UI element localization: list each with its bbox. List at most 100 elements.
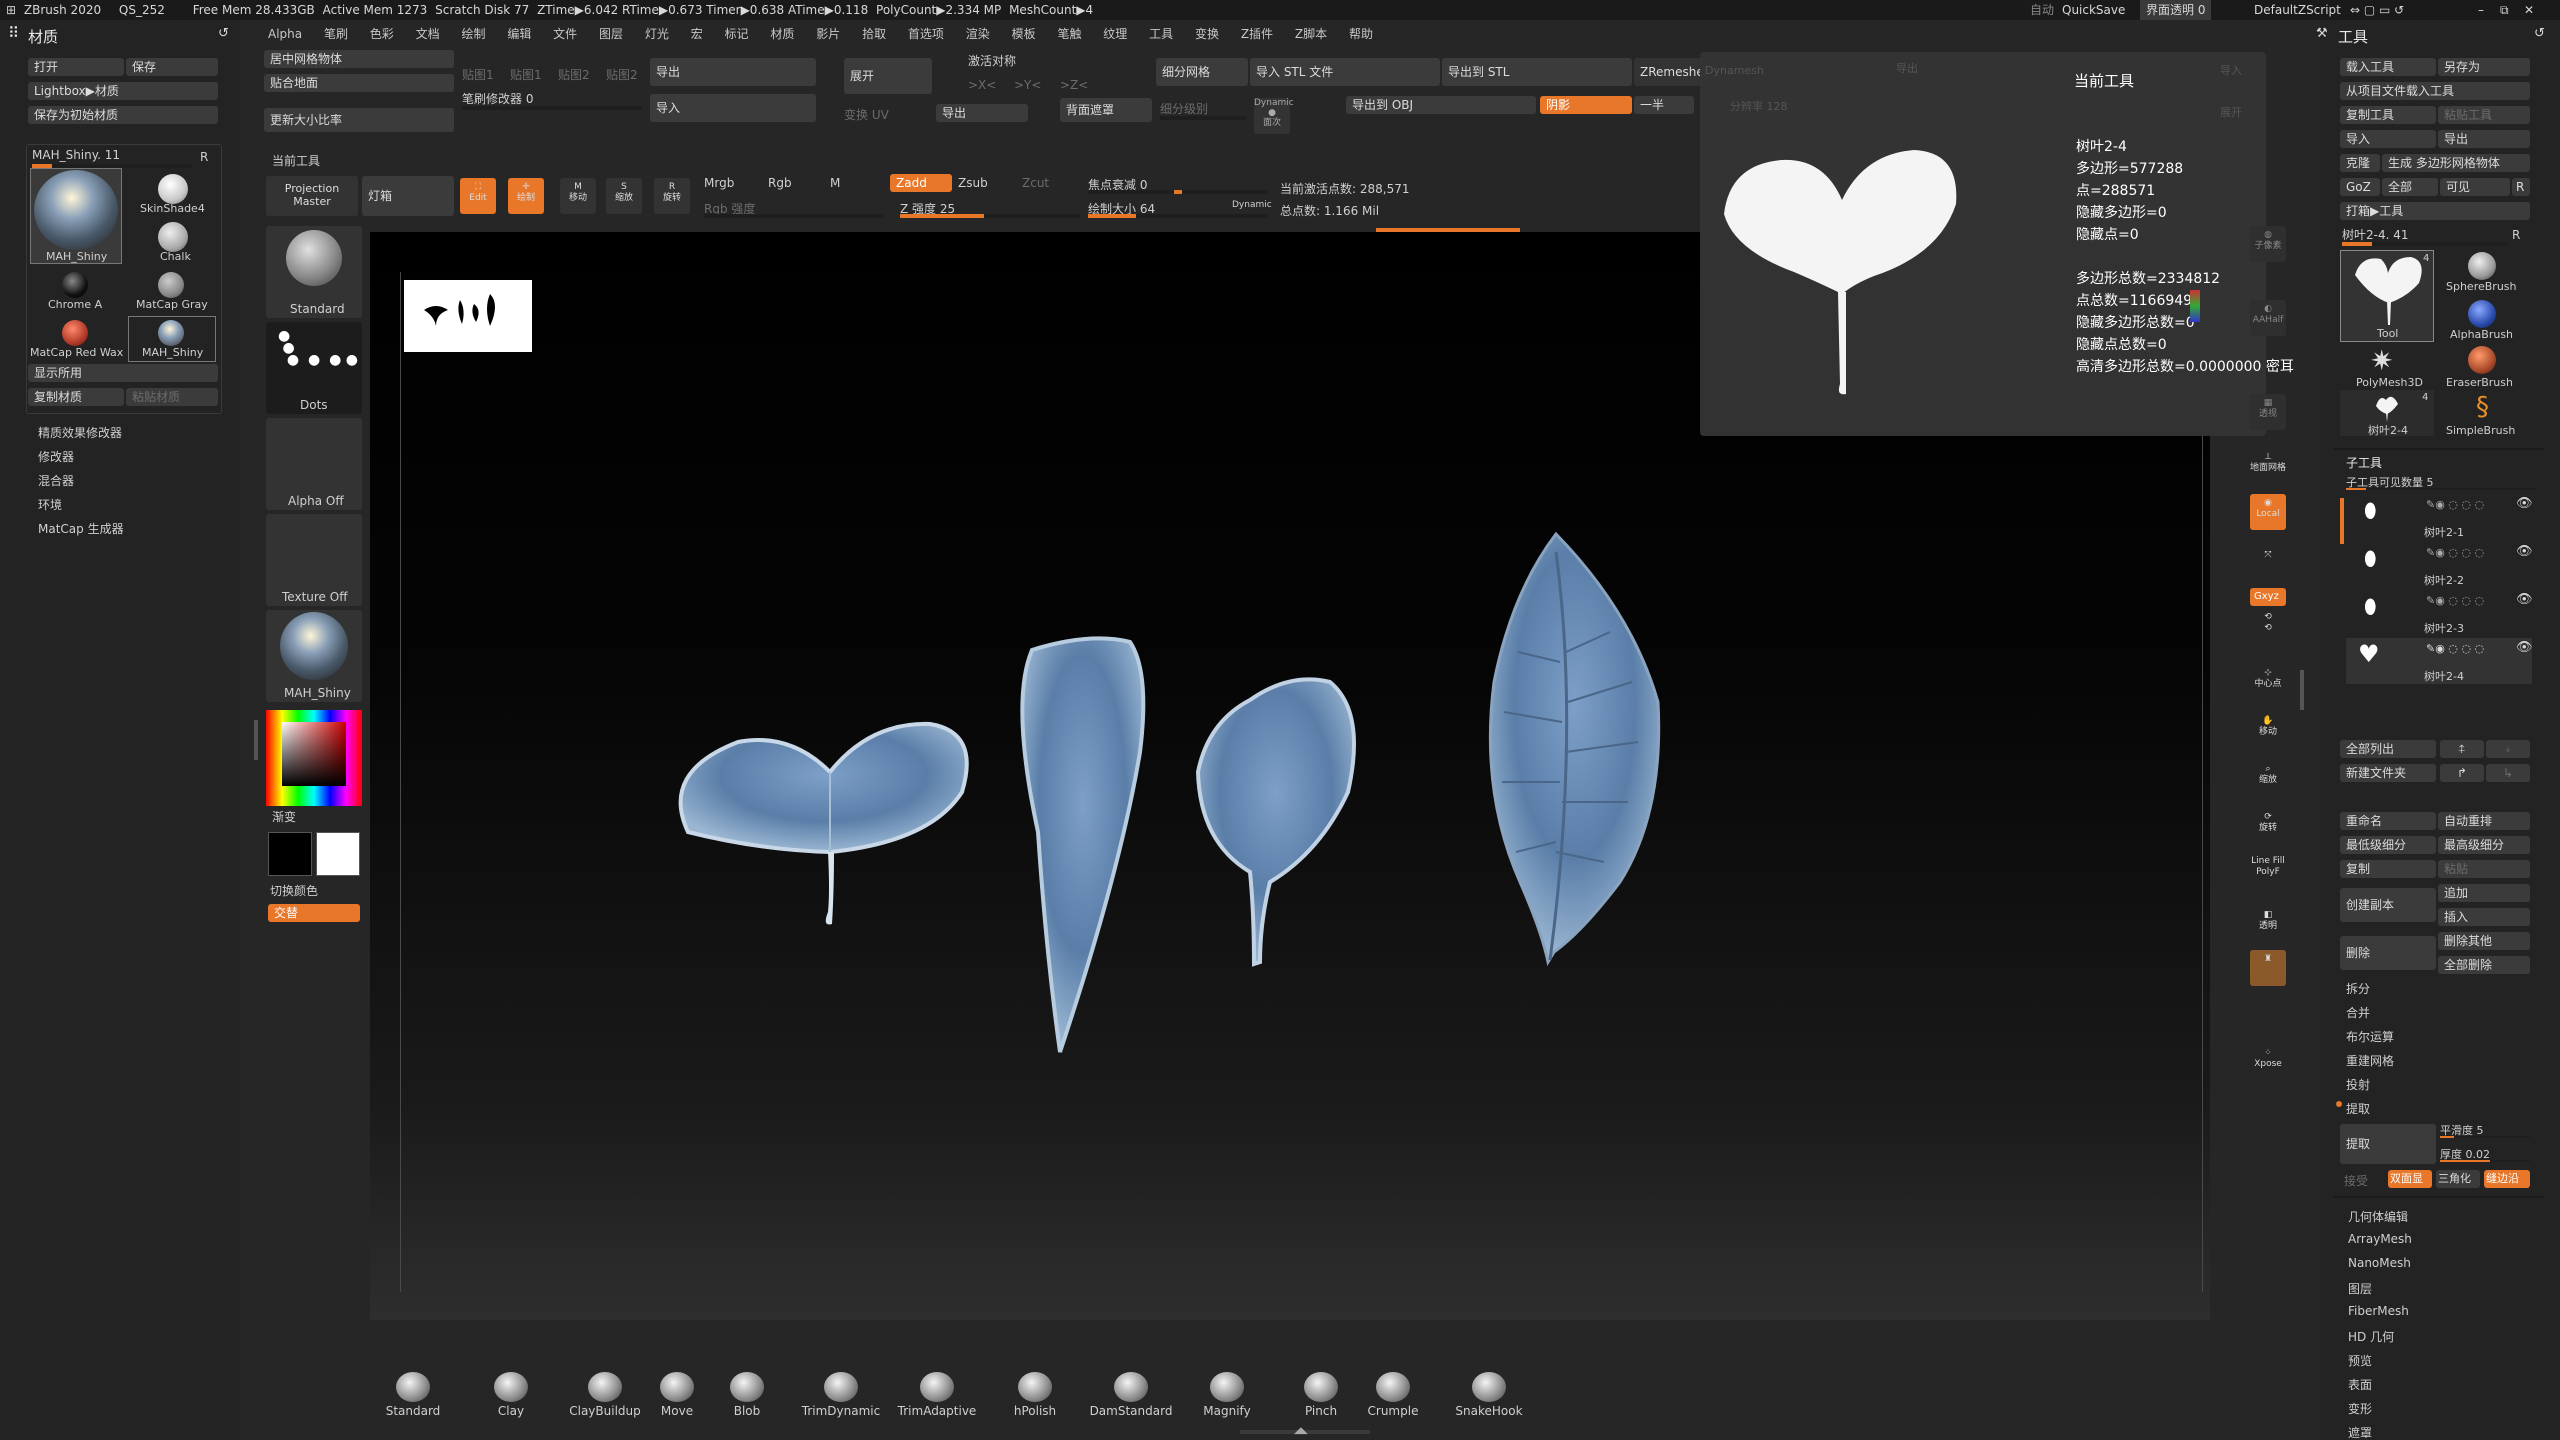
perspective-button[interactable]: ▦ 透视	[2250, 394, 2286, 430]
alternate-button[interactable]: 交替	[268, 904, 360, 922]
menu-item[interactable]: 模板	[1012, 27, 1036, 41]
xpose-button[interactable]: ⁘ Xpose	[2250, 1044, 2286, 1080]
rgb-intensity-track[interactable]	[704, 214, 884, 218]
close-icon[interactable]: ✕	[2524, 0, 2534, 20]
m-button[interactable]: M	[830, 176, 840, 190]
brush-snakehook[interactable]: SnakeHook	[1444, 1372, 1534, 1418]
subtool-toggles-icon[interactable]: ✎◉ ◌ ◌ ◌	[2426, 594, 2484, 607]
quicksave-button[interactable]: QuickSave	[2062, 0, 2125, 20]
polyf-button[interactable]: Line Fill PolyF	[2250, 852, 2286, 892]
window-tools-icon[interactable]: ⇔ ▢ ▭ ↺	[2350, 0, 2404, 20]
dynamic-size-button[interactable]: Dynamic	[1232, 200, 1272, 210]
expand-button[interactable]: 展开	[844, 58, 932, 94]
preview-section[interactable]: 预览	[2348, 1352, 2372, 1369]
delete-button[interactable]: 删除	[2340, 936, 2436, 970]
extract-button[interactable]: 提取	[2340, 1124, 2436, 1164]
export-button[interactable]: 导出	[650, 58, 816, 86]
modifiers-section[interactable]: 修改器	[38, 448, 74, 465]
dynamic-subdiv-icon[interactable]: Dynamic ● 面次	[1254, 98, 1294, 134]
backface-mask-button[interactable]: 背面遮罩	[1060, 98, 1152, 122]
transparency-button[interactable]: ◧ 透明	[2250, 906, 2286, 942]
project-section[interactable]: 投射	[2346, 1076, 2370, 1093]
subtool-toggles-icon[interactable]: ✎◉ ◌ ◌ ◌	[2426, 498, 2484, 511]
edit-mode-button[interactable]: ⛶ Edit	[460, 178, 496, 214]
menu-item[interactable]: Alpha	[268, 27, 302, 41]
subtool-row-selected[interactable]: ♥ ✎◉ ◌ ◌ ◌ 👁 树叶2-4	[2346, 638, 2533, 684]
surface-section[interactable]: 表面	[2348, 1376, 2372, 1393]
chalk-sphere[interactable]	[158, 222, 188, 252]
aahalf-button[interactable]: ◐ AAHalf	[2250, 300, 2286, 336]
move-mode-button[interactable]: M 移动	[560, 178, 596, 214]
leaf-wide-model[interactable]	[1195, 677, 1356, 967]
leaf-heart-model[interactable]	[678, 721, 969, 925]
subtool-row[interactable]: ⬮ ✎◉ ◌ ◌ ◌ 👁 树叶2-1	[2346, 494, 2533, 540]
sym-x-button[interactable]: >X<	[968, 78, 996, 92]
brush-blob[interactable]: Blob	[702, 1372, 792, 1418]
menu-item[interactable]: Z脚本	[1295, 27, 1327, 41]
lightbox-material-button[interactable]: Lightbox▶材质	[28, 82, 218, 100]
tex4-label[interactable]: 贴图2	[606, 66, 638, 83]
hd-geometry-section[interactable]: HD 几何	[2348, 1328, 2394, 1345]
duplicate-button[interactable]: 复制	[2340, 860, 2436, 878]
tool-r-button[interactable]: R	[2512, 228, 2520, 242]
snap-ground-button[interactable]: 贴合地面	[264, 74, 454, 92]
load-from-project-button[interactable]: 从项目文件载入工具	[2340, 82, 2530, 100]
matcap-red-wax-sphere[interactable]	[62, 320, 88, 346]
lightbox-tools-button[interactable]: 打箱▶工具	[2340, 202, 2530, 220]
menu-item[interactable]: 变换	[1195, 27, 1219, 41]
tray-divider-handle[interactable]	[254, 720, 258, 760]
refresh-icon[interactable]: ↺	[218, 26, 229, 41]
import-stl-button[interactable]: 导入 STL 文件	[1250, 58, 1440, 86]
sym-z-button[interactable]: >Z<	[1060, 78, 1088, 92]
boolean-section[interactable]: 布尔运算	[2346, 1028, 2394, 1045]
material-r-button[interactable]: R	[200, 150, 208, 164]
tex2-label[interactable]: 贴图1	[510, 66, 542, 83]
menu-item[interactable]: Z插件	[1241, 27, 1273, 41]
smooth-track[interactable]	[2440, 1136, 2530, 1138]
brush-trimadaptive[interactable]: TrimAdaptive	[892, 1372, 982, 1418]
edge-loop-button[interactable]: 缝边沿	[2484, 1170, 2530, 1188]
menu-item[interactable]: 纹理	[1103, 27, 1127, 41]
lightbox-button[interactable]: 灯箱	[362, 176, 454, 216]
chrome-a-sphere[interactable]	[62, 272, 88, 298]
accept-button[interactable]: 接受	[2344, 1172, 2368, 1189]
merge-section[interactable]: 合并	[2346, 1004, 2370, 1021]
auto-reorder-button[interactable]: 自动重排	[2438, 812, 2530, 830]
mrgb-button[interactable]: Mrgb	[704, 176, 734, 190]
move-view-button[interactable]: ✋ 移动	[2250, 712, 2286, 748]
menu-item[interactable]: 材质	[770, 27, 794, 41]
brush-clay[interactable]: Clay	[466, 1372, 556, 1418]
highest-subdiv-button[interactable]: 最高级细分	[2438, 836, 2530, 854]
menu-item[interactable]: 帮助	[1349, 27, 1373, 41]
delete-all-button[interactable]: 全部删除	[2438, 956, 2530, 974]
mixer-section[interactable]: 混合器	[38, 472, 74, 489]
tray-grip-icon[interactable]: ⠿	[8, 24, 19, 42]
leaf-long-model[interactable]	[1020, 636, 1146, 1053]
floor-grid-button[interactable]: ⊥ 地面网格	[2250, 448, 2286, 484]
projection-master-button[interactable]: Projection Master	[266, 176, 358, 216]
goz-visible-button[interactable]: 可见	[2440, 178, 2510, 196]
menu-item[interactable]: 拾取	[862, 27, 886, 41]
geometry-edit-section[interactable]: 几何体编辑	[2348, 1208, 2408, 1225]
menu-item[interactable]: 灯光	[645, 27, 669, 41]
brush-modifier-track[interactable]	[462, 106, 642, 110]
copy-tool-button[interactable]: 复制工具	[2340, 106, 2436, 124]
tex3-label[interactable]: 贴图2	[558, 66, 590, 83]
scale-mode-button[interactable]: S 缩放	[606, 178, 642, 214]
menu-item[interactable]: 笔触	[1057, 27, 1081, 41]
menu-item[interactable]: 图层	[599, 27, 623, 41]
remesh-section[interactable]: 重建网格	[2346, 1052, 2394, 1069]
export2-button[interactable]: 导出	[936, 104, 1028, 122]
environment-section[interactable]: 环境	[38, 496, 62, 513]
sym-y-button[interactable]: >Y<	[1014, 78, 1041, 92]
menu-item[interactable]: 笔刷	[324, 27, 348, 41]
gradient-label[interactable]: 渐变	[272, 808, 296, 825]
eye-icon[interactable]: 👁	[2516, 592, 2533, 607]
thickness-track[interactable]	[2440, 1160, 2530, 1162]
activate-symmetry-label[interactable]: 激活对称	[968, 52, 1016, 69]
subtool-row[interactable]: ⬮ ✎◉ ◌ ◌ ◌ 👁 树叶2-2	[2346, 542, 2533, 588]
leaf-veined-model[interactable]	[1488, 531, 1661, 967]
focal-shift-track[interactable]	[1088, 190, 1268, 194]
brush-damstandard[interactable]: DamStandard	[1086, 1372, 1176, 1418]
draw-mode-button[interactable]: ✛ 绘制	[508, 178, 544, 214]
